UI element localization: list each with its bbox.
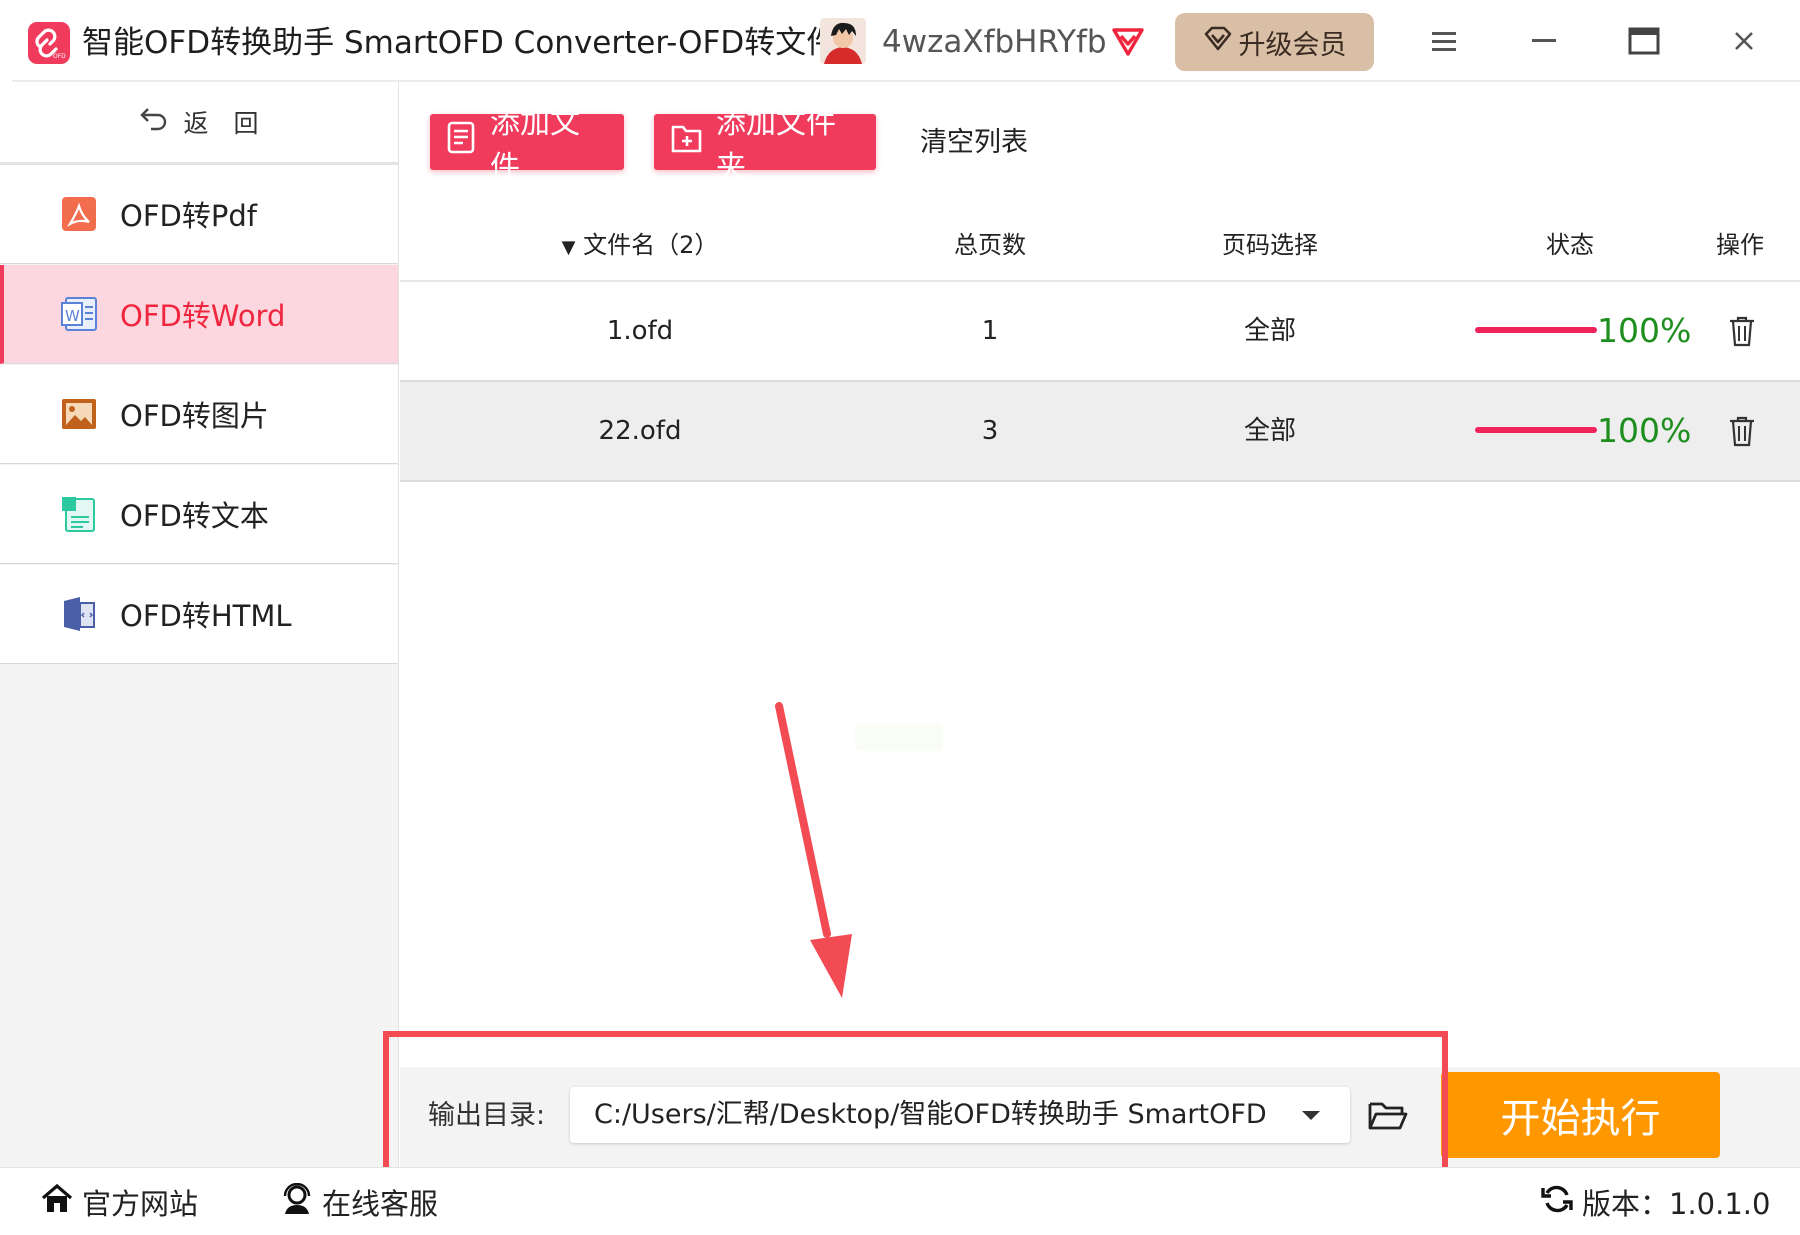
add-folder-label: 添加文件夹 [716, 106, 836, 185]
close-button[interactable] [1721, 18, 1767, 64]
word-icon: W [60, 295, 98, 333]
page-range-select[interactable]: 全部 [1200, 382, 1340, 480]
back-arrow-icon [139, 106, 169, 138]
sort-desc-icon: ▼ [561, 237, 576, 258]
headset-icon [280, 1182, 314, 1222]
sidebar-item-label: OFD转HTML [120, 599, 292, 633]
sidebar-item-label: OFD转Pdf [120, 199, 257, 233]
start-button[interactable]: 开始执行 [1441, 1072, 1720, 1158]
username: 4wzaXfbHRYfb [882, 24, 1107, 60]
minimize-icon [1532, 39, 1556, 42]
sidebar-item-ofd-to-html[interactable]: OFD转HTML [0, 565, 398, 664]
file-name: 22.ofd [598, 416, 682, 446]
vip-diamond-icon [1110, 22, 1146, 58]
back-label: 返 回 [183, 109, 259, 138]
trash-icon [1730, 316, 1754, 347]
maximize-button[interactable] [1621, 18, 1667, 64]
maximize-icon [1628, 27, 1660, 55]
delete-row-button[interactable] [1726, 314, 1758, 348]
version-info[interactable]: 版本：1.0.1.0 [1540, 1177, 1770, 1227]
home-icon [40, 1183, 74, 1222]
online-support-link[interactable]: 在线客服 [280, 1177, 438, 1227]
add-file-label: 添加文件 [490, 106, 580, 185]
add-folder-icon [670, 121, 704, 163]
progress-bar [1475, 327, 1597, 333]
sidebar-item-ofd-to-image[interactable]: OFD转图片 [0, 365, 398, 464]
column-page-range: 页码选择 [1222, 231, 1318, 259]
trash-icon [1730, 416, 1754, 447]
html-icon [60, 595, 98, 633]
official-website-link[interactable]: 官方网站 [40, 1177, 198, 1227]
delete-row-button[interactable] [1726, 414, 1758, 448]
close-icon [1735, 32, 1753, 50]
annotation-highlight-box [383, 1031, 1448, 1173]
table-header: ▼ 文件名（2） 总页数 页码选择 状态 操作 [400, 210, 1800, 282]
table-row[interactable]: 22.ofd 3 全部 100% [400, 382, 1800, 482]
diamond-icon [1203, 24, 1233, 61]
page-range-select[interactable]: 全部 [1200, 282, 1340, 380]
page-count: 3 [981, 416, 999, 446]
version-label: 版本：1.0.1.0 [1582, 1187, 1771, 1221]
clear-list-button[interactable]: 清空列表 [920, 120, 1028, 166]
online-support-label: 在线客服 [322, 1187, 439, 1221]
column-total-pages: 总页数 [954, 231, 1026, 259]
official-website-label: 官方网站 [82, 1187, 199, 1221]
menu-button[interactable] [1421, 18, 1467, 64]
image-icon [60, 395, 98, 433]
status-percent: 100% [1597, 311, 1692, 350]
back-button[interactable]: 返 回 [0, 82, 398, 165]
sidebar-item-ofd-to-word[interactable]: W OFD转Word [0, 265, 398, 364]
footer [0, 1167, 1800, 1235]
add-file-button[interactable]: 添加文件 [430, 106, 624, 185]
text-icon [60, 495, 98, 533]
minimize-button[interactable] [1521, 18, 1567, 64]
sidebar-item-ofd-to-text[interactable]: OFD转文本 [0, 465, 398, 564]
hamburger-icon [1432, 32, 1456, 51]
app-title: 智能OFD转换助手 SmartOFD Converter-OFD转文件 [82, 25, 838, 61]
pdf-icon [60, 195, 98, 233]
user-avatar[interactable] [820, 18, 866, 64]
upgrade-label: 升级会员 [1238, 29, 1347, 61]
upgrade-vip-button[interactable]: 升级会员 [1175, 13, 1374, 71]
column-filename-label: 文件名（2） [583, 231, 719, 259]
refresh-icon [1540, 1183, 1574, 1222]
watermark-smudge [855, 723, 943, 751]
column-status: 状态 [1546, 231, 1594, 259]
page-count: 1 [981, 316, 999, 346]
sidebar-item-label: OFD转图片 [120, 399, 269, 433]
sidebar-item-label: OFD转文本 [120, 499, 269, 533]
table-row[interactable]: 1.ofd 1 全部 100% [400, 282, 1800, 382]
status-percent: 100% [1597, 411, 1692, 450]
svg-text:OFD: OFD [53, 53, 66, 60]
column-filename[interactable]: ▼ 文件名（2） [530, 210, 750, 280]
add-folder-button[interactable]: 添加文件夹 [654, 106, 876, 185]
add-file-icon [446, 121, 478, 163]
column-actions: 操作 [1716, 231, 1764, 259]
app-logo-icon: OFD [28, 22, 70, 64]
file-name: 1.ofd [606, 316, 674, 346]
sidebar-item-label: OFD转Word [120, 299, 286, 333]
sidebar-item-ofd-to-pdf[interactable]: OFD转Pdf [0, 165, 398, 264]
progress-bar [1475, 427, 1597, 433]
svg-text:W: W [65, 307, 80, 325]
